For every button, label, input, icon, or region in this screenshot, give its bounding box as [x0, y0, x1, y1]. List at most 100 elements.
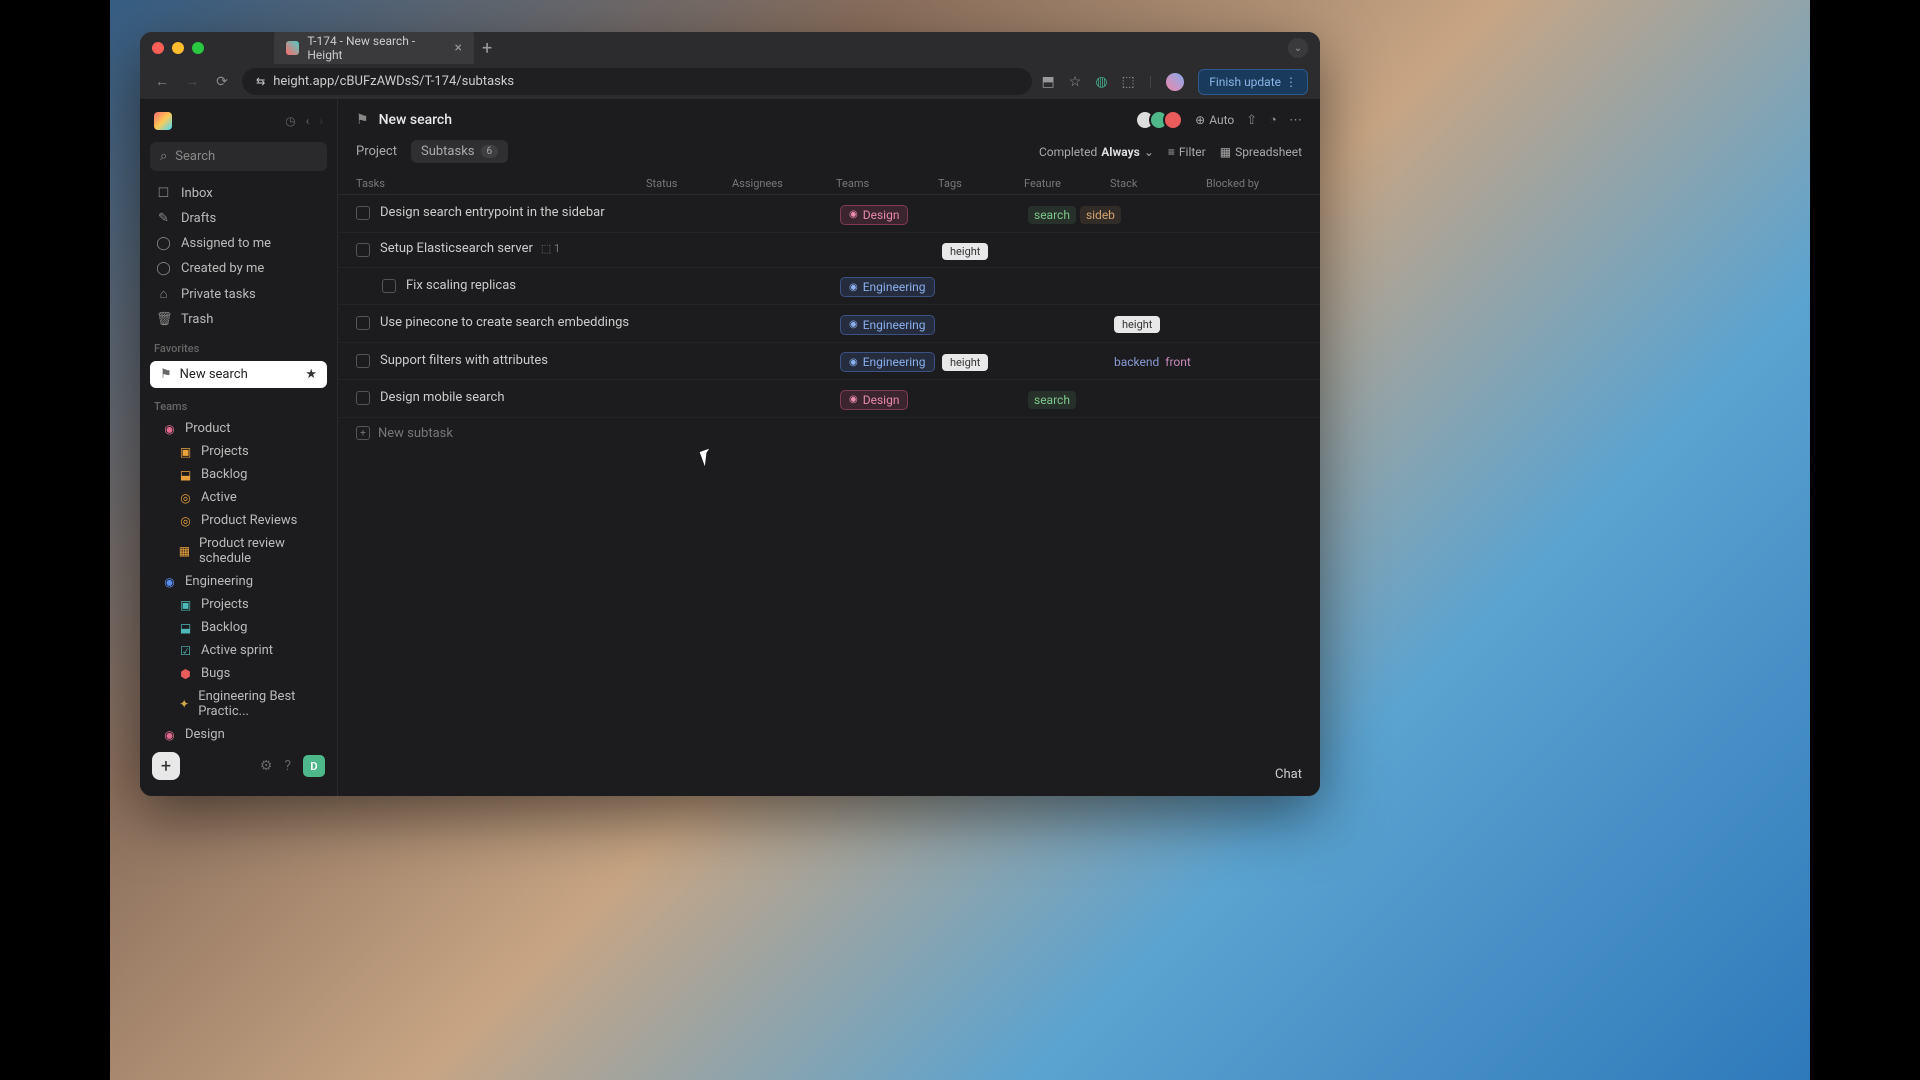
col-feature[interactable]: Feature — [1024, 177, 1110, 190]
assignee-avatars[interactable] — [1135, 110, 1183, 130]
task-checkbox[interactable] — [356, 354, 370, 368]
url-input[interactable]: ⇆ height.app/cBUFzAWDsS/T-174/subtasks — [242, 68, 1032, 95]
profile-avatar[interactable] — [1166, 73, 1184, 91]
close-tab-button[interactable]: × — [455, 40, 462, 56]
install-icon[interactable]: ⬒ — [1042, 74, 1055, 90]
bookmark-icon[interactable]: ☆ — [1069, 74, 1082, 90]
task-row[interactable]: Support filters with attributes ◉Enginee… — [338, 343, 1320, 381]
tab-subtasks[interactable]: Subtasks 6 — [411, 140, 508, 163]
teams-header: Teams — [140, 390, 337, 417]
team-item[interactable]: ◉Engineering — [148, 570, 329, 593]
task-checkbox[interactable] — [356, 391, 370, 405]
task-checkbox[interactable] — [356, 206, 370, 220]
filter-button[interactable]: ≡Filter — [1168, 145, 1206, 159]
feature-tag[interactable]: search — [1028, 206, 1076, 224]
col-assignees[interactable]: Assignees — [732, 177, 836, 190]
team-child-item[interactable]: ⬓Backlog — [148, 616, 329, 639]
new-subtask-button[interactable]: +New subtask — [338, 418, 1320, 449]
tag-pill[interactable]: height — [942, 354, 988, 371]
main-content: ⚑ New search ⊕Auto ⇧ ◔ ⋯ Project — [338, 100, 1320, 796]
tag-pill[interactable]: height — [942, 243, 988, 260]
share-icon[interactable]: ⇧ — [1246, 113, 1257, 128]
sidebar-nav-item[interactable]: ◯Created by me — [148, 256, 329, 281]
tabs-dropdown-button[interactable]: ⌄ — [1288, 38, 1308, 58]
puzzle-icon[interactable]: ⬚ — [1122, 74, 1135, 90]
task-checkbox[interactable] — [382, 279, 396, 293]
completed-dropdown[interactable]: Completed Always ⌄ — [1039, 145, 1154, 159]
sidebar-nav-item[interactable]: ◯Assigned to me — [148, 231, 329, 256]
team-child-item[interactable]: ◎Product Reviews — [148, 509, 329, 532]
team-child-item[interactable]: ▣Projects — [148, 440, 329, 463]
task-checkbox[interactable] — [356, 316, 370, 330]
team-child-item[interactable]: ✦Engineering Best Practic... — [148, 685, 329, 723]
task-row[interactable]: Setup Elasticsearch server⬚ 1 height — [338, 233, 1320, 268]
team-item[interactable]: ◉Product — [148, 417, 329, 440]
auto-button[interactable]: ⊕Auto — [1195, 113, 1234, 127]
add-button[interactable]: + — [152, 752, 180, 780]
inbox-icon: ☐ — [156, 186, 171, 201]
settings-icon[interactable]: ⚙ — [260, 758, 273, 774]
team-tag[interactable]: ◉Design — [840, 390, 908, 410]
sidebar-nav-item[interactable]: 🗑Trash — [148, 307, 329, 332]
bell-icon[interactable]: ◔ — [1269, 112, 1277, 128]
team-tag[interactable]: ◉Design — [840, 205, 908, 225]
col-blocked[interactable]: Blocked by — [1206, 177, 1302, 190]
team-child-item[interactable]: ⬓Backlog — [148, 463, 329, 486]
chat-button[interactable]: Chat — [1275, 767, 1302, 782]
feature-tag[interactable]: sideb — [1080, 206, 1121, 224]
team-tag[interactable]: ◉Engineering — [840, 352, 935, 372]
sidebar-nav-item[interactable]: ☐Inbox — [148, 181, 329, 206]
nav-forward-icon[interactable]: › — [319, 114, 323, 128]
sidebar-nav-item[interactable]: ⌂Private tasks — [148, 281, 329, 307]
minimize-window-button[interactable] — [172, 42, 184, 54]
team-child-item[interactable]: ⬢Bugs — [148, 662, 329, 685]
star-icon[interactable]: ★ — [305, 367, 317, 382]
team-tag[interactable]: ◉Engineering — [840, 315, 935, 335]
nav-label: Private tasks — [181, 287, 256, 302]
task-title: Fix scaling replicas — [406, 277, 650, 295]
stack-tag[interactable]: backend — [1114, 355, 1159, 369]
reload-button[interactable]: ⟳ — [212, 74, 232, 90]
team-item[interactable]: ◉Design — [148, 723, 329, 744]
nav-back-icon[interactable]: ‹ — [306, 114, 310, 128]
favorite-item[interactable]: ⚑ New search ★ — [150, 361, 327, 388]
team-child-item[interactable]: ☑Active sprint — [148, 639, 329, 662]
browser-tab[interactable]: T-174 - New search - Height × — [274, 32, 474, 68]
clock-icon[interactable]: ◷ — [285, 114, 295, 128]
app-logo[interactable] — [154, 112, 172, 130]
trash-icon: 🗑 — [156, 312, 171, 327]
finish-update-button[interactable]: Finish update⋮ — [1198, 69, 1308, 95]
sidebar-nav-item[interactable]: ✎Drafts — [148, 206, 329, 231]
team-child-item[interactable]: ▣Projects — [148, 593, 329, 616]
tab-project[interactable]: Project — [356, 140, 397, 163]
forward-button[interactable]: → — [182, 73, 202, 90]
child-label: Product Reviews — [201, 513, 297, 528]
col-tags[interactable]: Tags — [938, 177, 1024, 190]
team-child-item[interactable]: ◎Active — [148, 486, 329, 509]
feature-tag[interactable]: search — [1028, 391, 1076, 409]
col-stack[interactable]: Stack — [1110, 177, 1206, 190]
maximize-window-button[interactable] — [192, 42, 204, 54]
site-info-icon[interactable]: ⇆ — [256, 75, 265, 88]
new-tab-button[interactable]: + — [482, 38, 492, 59]
back-button[interactable]: ← — [152, 73, 172, 90]
task-row[interactable]: Design mobile search ◉Design search — [338, 380, 1320, 418]
team-child-item[interactable]: ▦Product review schedule — [148, 532, 329, 570]
task-row[interactable]: Use pinecone to create search embeddings… — [338, 305, 1320, 343]
tag-pill[interactable]: height — [1114, 316, 1160, 333]
search-input[interactable]: ⌕ Search — [150, 142, 327, 171]
help-icon[interactable]: ? — [284, 758, 291, 774]
col-teams[interactable]: Teams — [836, 177, 938, 190]
task-row[interactable]: Design search entrypoint in the sidebar … — [338, 195, 1320, 233]
user-avatar[interactable]: D — [303, 755, 325, 777]
stack-tag[interactable]: front — [1165, 355, 1191, 369]
task-checkbox[interactable] — [356, 243, 370, 257]
spreadsheet-button[interactable]: ▦Spreadsheet — [1220, 145, 1302, 159]
more-icon[interactable]: ⋯ — [1289, 113, 1302, 128]
col-tasks[interactable]: Tasks — [356, 177, 646, 190]
close-window-button[interactable] — [152, 42, 164, 54]
task-row[interactable]: Fix scaling replicas ◉Engineering — [338, 268, 1320, 306]
team-tag[interactable]: ◉Engineering — [840, 277, 935, 297]
extension-icon[interactable]: ◍ — [1095, 74, 1107, 90]
col-status[interactable]: Status — [646, 177, 732, 190]
